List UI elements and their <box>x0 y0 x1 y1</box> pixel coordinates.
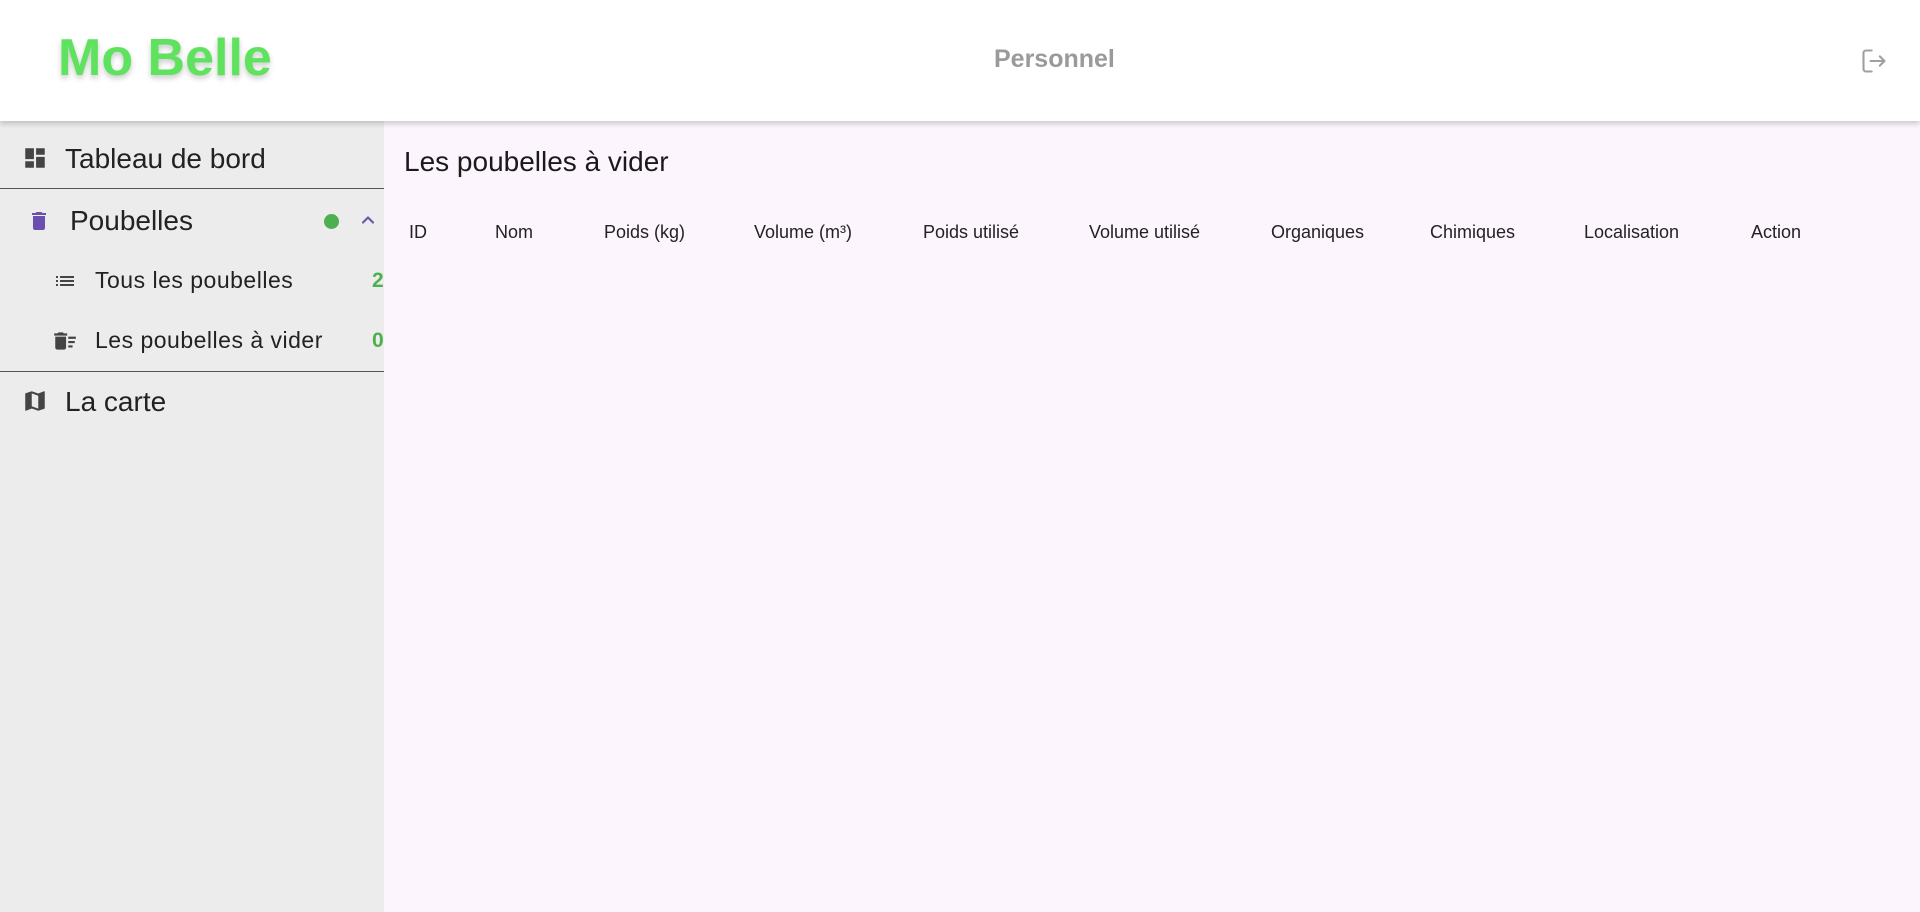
app-header: Mo Belle Personnel <box>0 0 1920 121</box>
column-header-used-volume[interactable]: Volume utilisé <box>1089 222 1200 243</box>
dashboard-icon <box>22 145 48 176</box>
sidebar-item-dashboard[interactable]: Tableau de bord <box>0 121 384 187</box>
column-header-id[interactable]: ID <box>409 222 427 243</box>
column-header-used-weight[interactable]: Poids utilisé <box>923 222 1019 243</box>
column-header-action[interactable]: Action <box>1751 222 1801 243</box>
column-header-organic[interactable]: Organiques <box>1271 222 1364 243</box>
column-header-location[interactable]: Localisation <box>1584 222 1679 243</box>
sidebar-item-all-bins[interactable]: Tous les poubelles 2 <box>0 249 384 309</box>
list-icon <box>52 269 78 298</box>
column-header-chemical[interactable]: Chimiques <box>1430 222 1515 243</box>
page-title: Les poubelles à vider <box>404 146 669 177</box>
trash-sweep-icon <box>51 328 79 359</box>
sidebar-item-label: Les poubelles à vider <box>95 327 323 353</box>
section-title: Personnel <box>994 45 1115 73</box>
sidebar: Tableau de bord Poubelles Tous les poube… <box>0 121 384 912</box>
sidebar-item-label: Tous les poubelles <box>95 267 294 293</box>
sidebar-item-label: La carte <box>65 386 167 417</box>
count-badge: 0 <box>372 329 384 352</box>
main-content: Les poubelles à vider ID Nom Poids (kg) … <box>384 121 1920 912</box>
map-icon <box>22 388 48 419</box>
column-header-weight[interactable]: Poids (kg) <box>604 222 685 243</box>
status-dot-icon <box>324 214 339 229</box>
sidebar-item-label: Tableau de bord <box>65 143 266 174</box>
sidebar-item-label: Poubelles <box>70 205 193 236</box>
logout-icon[interactable] <box>1860 47 1888 75</box>
sidebar-item-map[interactable]: La carte <box>0 372 384 434</box>
app-logo[interactable]: Mo Belle <box>58 28 272 88</box>
chevron-up-icon[interactable] <box>358 210 378 235</box>
trash-icon <box>27 208 51 239</box>
sidebar-item-poubelles[interactable]: Poubelles <box>0 189 384 249</box>
column-header-volume[interactable]: Volume (m³) <box>754 222 852 243</box>
count-badge: 2 <box>372 269 384 292</box>
column-header-name[interactable]: Nom <box>495 222 533 243</box>
sidebar-item-bins-to-empty[interactable]: Les poubelles à vider 0 <box>0 309 384 369</box>
